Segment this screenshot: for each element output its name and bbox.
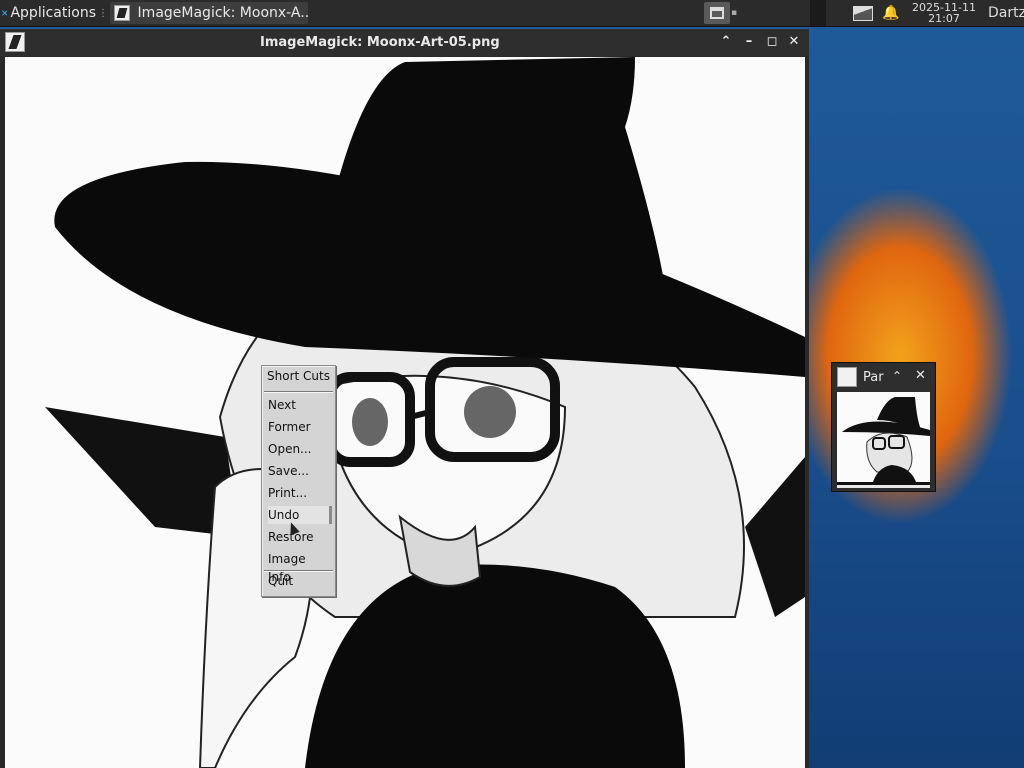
image-viewer-tray-button[interactable] bbox=[853, 0, 873, 26]
thumbnail-image bbox=[837, 392, 930, 485]
menu-item-quit[interactable]: Quit bbox=[268, 572, 332, 590]
window-icon bbox=[710, 7, 724, 19]
menu-item-next[interactable]: Next bbox=[268, 396, 332, 414]
pan-window-titlebar[interactable]: Par ⌃ ✕ bbox=[832, 363, 935, 391]
imagemagick-main-window: ImageMagick: Moonx-Art-05.png ⌃ – ◻ ✕ bbox=[0, 29, 809, 768]
displayed-image-witch-artwork bbox=[5, 57, 805, 768]
show-desktop-button[interactable] bbox=[704, 2, 730, 24]
imagemagick-app-icon[interactable] bbox=[5, 32, 25, 52]
window-title: ImageMagick: Moonx-Art-05.png bbox=[260, 35, 500, 50]
tray-indicator-icon: ▪ bbox=[731, 8, 738, 18]
shade-window-button[interactable]: ⌃ bbox=[892, 369, 902, 383]
menu-grip-icon: ⋮ bbox=[98, 7, 108, 19]
notification-bell-icon[interactable]: 🔔 bbox=[882, 0, 899, 26]
applications-label: Applications bbox=[10, 5, 96, 21]
pan-thumbnail[interactable] bbox=[837, 392, 930, 488]
applications-menu-button[interactable]: Applications ⋮ bbox=[2, 0, 108, 26]
imagemagick-app-icon[interactable] bbox=[837, 367, 857, 387]
image-icon bbox=[853, 5, 873, 21]
pan-window-title: Par bbox=[863, 370, 884, 385]
context-menu-title: Short Cuts bbox=[267, 369, 330, 383]
panel-separator bbox=[810, 0, 826, 26]
imagemagick-app-icon bbox=[114, 5, 130, 21]
image-canvas[interactable] bbox=[5, 57, 805, 768]
shortcuts-context-menu: Short Cuts Next Former Open... Save... P… bbox=[261, 365, 336, 597]
menu-item-restore[interactable]: Restore bbox=[268, 528, 332, 546]
maximize-window-button[interactable]: ◻ bbox=[764, 34, 780, 50]
close-window-button[interactable]: ✕ bbox=[786, 34, 802, 50]
window-titlebar[interactable]: ImageMagick: Moonx-Art-05.png ⌃ – ◻ ✕ bbox=[0, 29, 809, 56]
top-panel: Applications ⋮ ImageMagick: Moonx-A... ▪… bbox=[0, 0, 1024, 27]
menu-item-save[interactable]: Save... bbox=[268, 462, 332, 480]
xfce-logo-icon bbox=[2, 10, 8, 16]
menu-item-open[interactable]: Open... bbox=[268, 440, 332, 458]
minimize-window-button[interactable]: – bbox=[741, 34, 757, 50]
menu-item-former[interactable]: Former bbox=[268, 418, 332, 436]
pan-window: Par ⌃ ✕ bbox=[831, 362, 936, 492]
close-window-button[interactable]: ✕ bbox=[915, 368, 926, 383]
menu-item-print[interactable]: Print... bbox=[268, 484, 332, 502]
menu-item-image-info[interactable]: Image Info bbox=[268, 550, 332, 584]
clock-time: 21:07 bbox=[928, 12, 960, 25]
taskbar-window-label: ImageMagick: Moonx-A... bbox=[137, 5, 308, 21]
taskbar-window-button[interactable]: ImageMagick: Moonx-A... bbox=[110, 2, 308, 24]
menu-separator bbox=[264, 391, 333, 393]
shade-window-button[interactable]: ⌃ bbox=[718, 34, 734, 50]
clock[interactable]: 2025-11-11 21:07 bbox=[906, 0, 982, 26]
menu-item-undo[interactable]: Undo bbox=[268, 506, 332, 524]
user-menu-button[interactable]: Dartz bbox=[988, 0, 1024, 26]
